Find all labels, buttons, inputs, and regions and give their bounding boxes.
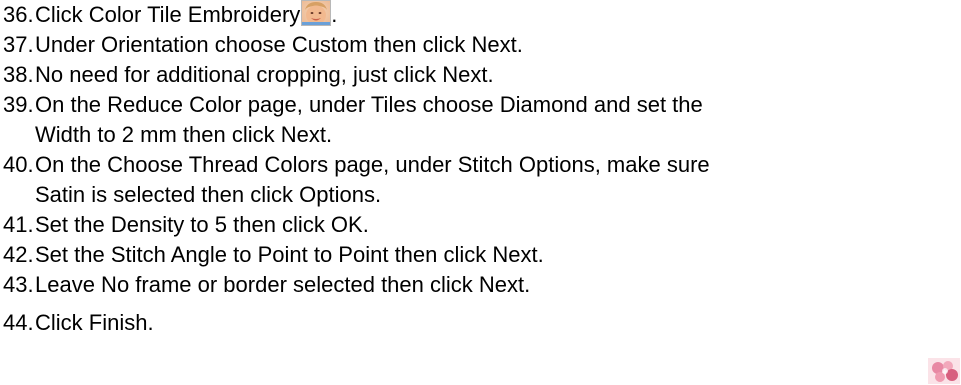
step-text-continued: Width to 2 mm then click Next.	[35, 122, 333, 147]
step-text: On the Choose Thread Colors page, under …	[35, 152, 710, 177]
step-40: 40. On the Choose Thread Colors page, un…	[3, 150, 903, 210]
step-text-continued: Satin is selected then click Options.	[35, 182, 382, 207]
step-suffix: .	[331, 2, 338, 27]
step-36: 36. Click Color Tile Embroidery .	[3, 0, 903, 30]
step-number: 41.	[3, 212, 34, 237]
step-number: 42.	[3, 242, 34, 267]
step-text: Set the Stitch Angle to Point to Point t…	[35, 242, 544, 267]
step-42: 42. Set the Stitch Angle to Point to Poi…	[3, 240, 903, 270]
step-41: 41. Set the Density to 5 then click OK.	[3, 210, 903, 240]
step-number: 44.	[3, 310, 34, 335]
step-text: Under Orientation choose Custom then cli…	[35, 32, 523, 57]
step-text: Leave No frame or border selected then c…	[35, 272, 531, 297]
step-text: Set the Density to 5 then click OK.	[35, 212, 369, 237]
step-38: 38. No need for additional cropping, jus…	[3, 60, 903, 90]
step-39: 39. On the Reduce Color page, under Tile…	[3, 90, 903, 150]
step-number: 38.	[3, 62, 34, 87]
step-number: 40.	[3, 152, 34, 177]
step-number: 43.	[3, 272, 34, 297]
step-text: No need for additional cropping, just cl…	[35, 62, 494, 87]
flower-photo-icon	[928, 358, 960, 384]
step-number: 36.	[3, 2, 34, 27]
step-44: 44. Click Finish.	[3, 308, 903, 338]
step-37: 37. Under Orientation choose Custom then…	[3, 30, 903, 60]
step-43: 43. Leave No frame or border selected th…	[3, 270, 903, 300]
step-number: 37.	[3, 32, 34, 57]
child-photo-icon[interactable]	[301, 0, 332, 26]
step-text: On the Reduce Color page, under Tiles ch…	[35, 92, 703, 117]
step-text: Click Finish.	[35, 310, 154, 335]
step-text: Click Color Tile Embroidery	[35, 2, 301, 27]
step-number: 39.	[3, 92, 34, 117]
instruction-list: 36. Click Color Tile Embroidery . 37. Un…	[3, 0, 903, 338]
